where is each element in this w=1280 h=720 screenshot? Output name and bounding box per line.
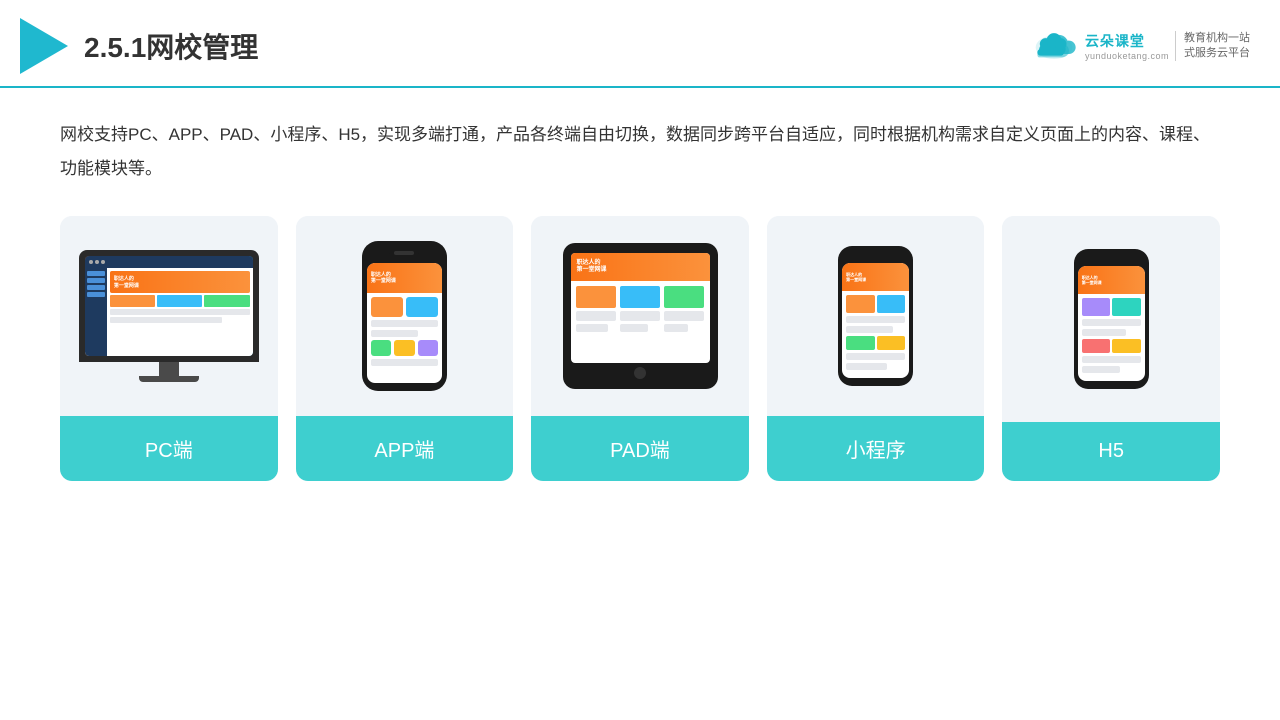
card-h5-image: 职达人的第一堂网课 [1002,216,1220,422]
card-h5-label: H5 [1002,422,1220,481]
card-app-image: 职达人的第一堂网课 [296,216,514,416]
card-miniprogram-label: 小程序 [767,416,985,481]
h5-phone-icon: 职达人的第一堂网课 [1074,249,1149,389]
card-app: 职达人的第一堂网课 [296,216,514,481]
card-app-label: APP端 [296,416,514,481]
card-pad-label: PAD端 [531,416,749,481]
card-pad: 职达人的第一堂网课 [531,216,749,481]
card-h5: 职达人的第一堂网课 [1002,216,1220,481]
header-left: 2.5.1网校管理 [20,18,258,74]
cloud-svg-icon [1029,29,1079,64]
card-pc-label: PC端 [60,416,278,481]
header-right: 云朵课堂 yunduoketang.com 教育机构一站式服务云平台 [1029,29,1250,64]
brand-tagline: 教育机构一站式服务云平台 [1175,31,1250,62]
brand-text: 云朵课堂 yunduoketang.com [1085,31,1169,61]
cards-section: 职达人的第一堂网课 [60,216,1220,481]
card-pc: 职达人的第一堂网课 [60,216,278,481]
card-pad-image: 职达人的第一堂网课 [531,216,749,416]
brand-url: yunduoketang.com [1085,51,1169,61]
header: 2.5.1网校管理 云朵课堂 yunduoketang.com 教育机构一站式服… [0,0,1280,88]
app-phone-icon: 职达人的第一堂网课 [359,241,449,391]
card-miniprogram: 职达人的第一堂网课 [767,216,985,481]
brand-name: 云朵课堂 [1085,31,1145,51]
pad-tablet-icon: 职达人的第一堂网课 [563,243,718,389]
card-miniprogram-image: 职达人的第一堂网课 [767,216,985,416]
brand-logo: 云朵课堂 yunduoketang.com 教育机构一站式服务云平台 [1029,29,1250,64]
page-title: 2.5.1网校管理 [84,26,258,66]
logo-icon [20,18,68,74]
description-text: 网校支持PC、APP、PAD、小程序、H5，实现多端打通，产品各终端自由切换，数… [60,118,1220,186]
main-content: 网校支持PC、APP、PAD、小程序、H5，实现多端打通，产品各终端自由切换，数… [0,88,1280,501]
miniprogram-phone-icon: 职达人的第一堂网课 [838,246,913,386]
pc-monitor-icon: 职达人的第一堂网课 [79,250,259,382]
card-pc-image: 职达人的第一堂网课 [60,216,278,416]
